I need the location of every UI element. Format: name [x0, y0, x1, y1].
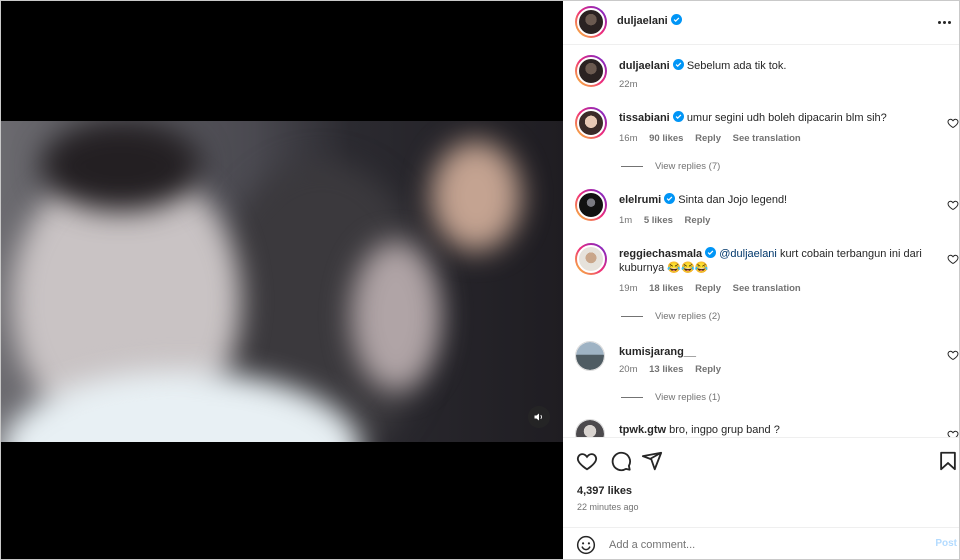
reply-button[interactable]: Reply [685, 215, 711, 226]
comment-item: tpwk.gtw bro, ingpo grup band ? [563, 419, 959, 437]
comment-icon[interactable] [610, 450, 632, 472]
comments-list: duljaelani Sebelum ada tik tok. 22m tiss… [563, 45, 959, 437]
caption-time[interactable]: 22m [619, 79, 637, 90]
media-pane [1, 1, 563, 559]
speaker-icon [534, 413, 542, 421]
comment-username[interactable]: kumisjarang__ [619, 346, 696, 358]
heart-icon[interactable] [947, 253, 959, 265]
mute-toggle-button[interactable] [528, 406, 550, 428]
post-dialog: duljaelani duljaelani Sebelum ada tik to… [0, 0, 960, 560]
caption: duljaelani Sebelum ada tik tok. 22m [563, 55, 959, 101]
post-comment-button[interactable]: Post [935, 538, 957, 549]
more-options-icon[interactable] [935, 13, 953, 31]
comment-username[interactable]: tpwk.gtw [619, 424, 666, 436]
author-avatar[interactable] [575, 55, 607, 87]
view-replies-button[interactable]: View replies (1) [621, 392, 720, 403]
heart-icon[interactable] [947, 349, 959, 361]
comment-likes[interactable]: 13 likes [649, 364, 683, 375]
author-avatar[interactable] [575, 6, 607, 38]
commenter-avatar[interactable] [575, 419, 605, 437]
heart-icon[interactable] [947, 117, 959, 129]
verified-badge-icon [670, 14, 682, 25]
commenter-avatar[interactable] [575, 243, 607, 275]
emoji-icon[interactable] [576, 535, 596, 555]
post-video[interactable] [1, 121, 563, 442]
comment-time[interactable]: 20m [619, 364, 637, 375]
likes-count[interactable]: 4,397 likes [577, 485, 632, 497]
commenter-avatar[interactable] [575, 107, 607, 139]
see-translation-button[interactable]: See translation [733, 283, 801, 294]
mention-link[interactable]: @duljaelani [719, 248, 777, 260]
comments-panel: duljaelani duljaelani Sebelum ada tik to… [563, 1, 959, 559]
bookmark-icon[interactable] [937, 450, 959, 472]
caption-text: Sebelum ada tik tok. [686, 60, 787, 72]
comment-username[interactable]: reggiechasmala [619, 248, 702, 260]
comment-text: umur segini udh boleh dipacarin blm sih? [686, 112, 887, 124]
comment-username[interactable]: tissabiani [619, 112, 670, 124]
post-timestamp[interactable]: 22 minutes ago [577, 502, 639, 512]
comment-input[interactable] [609, 536, 909, 554]
comment-item: kumisjarang__ 20m 13 likes Reply View re… [563, 341, 959, 403]
heart-icon[interactable] [576, 450, 598, 472]
comment-item: elelrumi Sinta dan Jojo legend! 1m 5 lik… [563, 189, 959, 229]
commenter-avatar[interactable] [575, 341, 605, 371]
comment-time[interactable]: 16m [619, 133, 637, 144]
comment-time[interactable]: 1m [619, 215, 632, 226]
verified-badge-icon [672, 111, 684, 122]
view-replies-button[interactable]: View replies (7) [621, 161, 720, 172]
post-header: duljaelani [563, 1, 959, 45]
comment-likes[interactable]: 18 likes [649, 283, 683, 294]
comment-composer: Post [563, 527, 959, 559]
author-username[interactable]: duljaelani [617, 15, 668, 27]
comment-item: reggiechasmala @duljaelani kurt cobain t… [563, 243, 959, 323]
heart-icon[interactable] [947, 199, 959, 211]
verified-badge-icon [664, 193, 676, 204]
verified-badge-icon [672, 59, 684, 70]
reply-button[interactable]: Reply [695, 283, 721, 294]
comment-likes[interactable]: 5 likes [644, 215, 673, 226]
view-replies-button[interactable]: View replies (2) [621, 311, 720, 322]
comment-text: bro, ingpo grup band ? [669, 424, 780, 436]
post-actions: 4,397 likes 22 minutes ago [563, 437, 959, 527]
caption-username[interactable]: duljaelani [619, 60, 670, 72]
commenter-avatar[interactable] [575, 189, 607, 221]
comment-username[interactable]: elelrumi [619, 194, 661, 206]
comment-item: tissabiani umur segini udh boleh dipacar… [563, 107, 959, 172]
comment-likes[interactable]: 90 likes [649, 133, 683, 144]
share-icon[interactable] [641, 450, 663, 472]
see-translation-button[interactable]: See translation [733, 133, 801, 144]
reply-button[interactable]: Reply [695, 364, 721, 375]
heart-icon[interactable] [947, 429, 959, 437]
verified-badge-icon [705, 247, 717, 258]
comment-text: Sinta dan Jojo legend! [678, 194, 788, 206]
reply-button[interactable]: Reply [695, 133, 721, 144]
comment-time[interactable]: 19m [619, 283, 637, 294]
